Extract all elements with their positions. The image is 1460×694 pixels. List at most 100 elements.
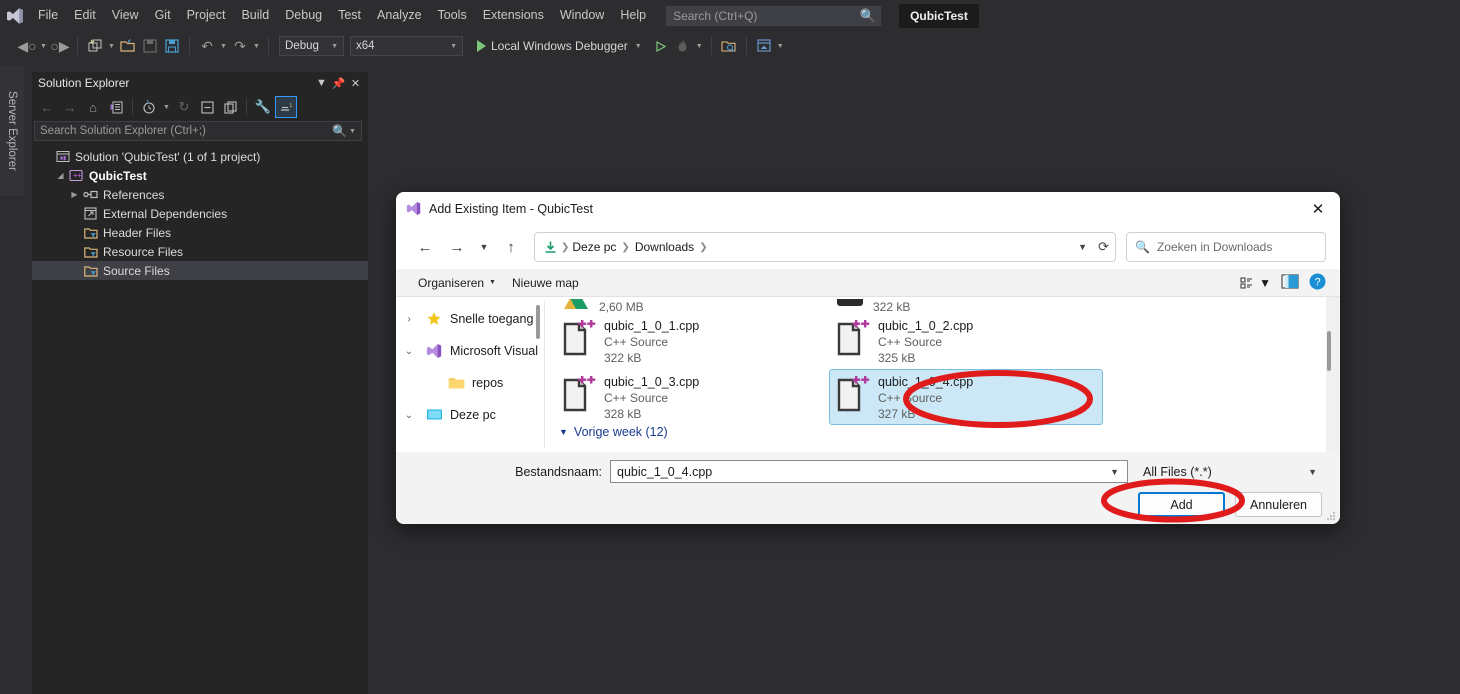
solution-tree-item-solution-qubictest-1-of-1-project[interactable]: Solution 'QubicTest' (1 of 1 project)	[32, 147, 368, 166]
search-options-dropdown-icon[interactable]: ▼	[347, 128, 358, 135]
dialog-search-input[interactable]: 🔍 Zoeken in Downloads	[1126, 232, 1326, 262]
menu-item-test[interactable]: Test	[330, 4, 369, 27]
nav-pane-item-repos[interactable]: repos	[396, 367, 544, 399]
solution-tree-item-qubictest[interactable]: ◢ + + QubicTest	[32, 166, 368, 185]
chevron-down-icon[interactable]: ▼	[1259, 276, 1271, 290]
ide-search-input[interactable]: Search (Ctrl+Q) 🔍	[666, 5, 882, 26]
start-without-debugging-icon[interactable]	[650, 35, 672, 57]
resize-grip-icon[interactable]	[1324, 509, 1336, 521]
chevron-down-icon[interactable]: ▼	[1071, 242, 1094, 252]
file-list-scrollbar-thumb[interactable]	[1327, 331, 1331, 371]
solution-view-icon[interactable]	[105, 96, 127, 118]
cancel-button[interactable]: Annuleren	[1235, 492, 1322, 517]
recent-locations-icon[interactable]: ▼	[474, 232, 494, 262]
debug-target-dropdown-icon[interactable]: ▼	[633, 43, 644, 50]
menu-item-edit[interactable]: Edit	[66, 4, 104, 27]
toolbar-overflow-icon[interactable]: ▼	[775, 43, 786, 50]
hot-reload-icon[interactable]	[672, 35, 694, 57]
file-item[interactable]: qubic_1_0_4.cpp C++ Source 327 kB	[829, 369, 1103, 425]
show-all-files-icon[interactable]	[219, 96, 241, 118]
menu-item-debug[interactable]: Debug	[277, 4, 330, 27]
redo-dropdown-icon[interactable]: ▼	[251, 43, 262, 50]
pending-changes-dropdown-icon[interactable]: ▼	[161, 104, 172, 111]
hot-reload-dropdown-icon[interactable]: ▼	[694, 43, 705, 50]
filename-input[interactable]: qubic_1_0_4.cpp ▼	[610, 460, 1128, 483]
dialog-title: Add Existing Item - QubicTest	[429, 201, 593, 216]
navigate-forward-icon[interactable]: ○▶	[49, 35, 71, 57]
archive-icon	[835, 299, 865, 313]
panel-menu-icon[interactable]: ▼	[313, 75, 330, 92]
open-file-icon[interactable]	[117, 35, 139, 57]
address-bar[interactable]: ❯ Deze pc ❯ Downloads ❯ ▼ ⟳	[534, 232, 1116, 262]
solution-configuration-select[interactable]: Debug ▼	[279, 36, 344, 56]
menu-item-tools[interactable]: Tools	[430, 4, 475, 27]
nav-pane-item-deze-pc[interactable]: ⌄ Deze pc	[396, 399, 544, 431]
dialog-search-placeholder: Zoeken in Downloads	[1156, 240, 1273, 254]
expander-icon[interactable]: ▶	[68, 190, 81, 199]
menu-item-analyze[interactable]: Analyze	[369, 4, 429, 27]
forward-icon[interactable]: →	[442, 232, 472, 262]
menu-item-help[interactable]: Help	[612, 4, 654, 27]
organize-button[interactable]: Organiseren ▼	[410, 272, 504, 294]
back-icon[interactable]: ←	[410, 232, 440, 262]
nav-pane-item-snelle-toegang[interactable]: › Snelle toegang	[396, 303, 544, 335]
menu-item-extensions[interactable]: Extensions	[475, 4, 552, 27]
menu-item-git[interactable]: Git	[147, 4, 179, 27]
solution-explorer-search-input[interactable]: Search Solution Explorer (Ctrl+;) 🔍 ▼	[34, 121, 362, 141]
up-icon[interactable]: ↑	[496, 232, 526, 262]
close-icon[interactable]: ✕	[347, 75, 364, 92]
menu-item-file[interactable]: File	[30, 4, 66, 27]
home-icon[interactable]: ⌂	[82, 96, 104, 118]
solution-tree-item-source-files[interactable]: Source Files	[32, 261, 368, 280]
navigate-backward-dropdown-icon[interactable]: ▼	[38, 43, 49, 50]
save-all-icon[interactable]	[161, 35, 183, 57]
file-list-pane[interactable]: 2,60 MB 322 kB qubic_1_0_1.cpp C++ Source…	[545, 297, 1340, 452]
solution-tree-item-header-files[interactable]: Header Files	[32, 223, 368, 242]
new-project-icon[interactable]	[84, 35, 106, 57]
close-icon[interactable]: ✕	[1296, 192, 1340, 225]
navigate-backward-icon[interactable]: ◀○	[16, 35, 38, 57]
help-button[interactable]: ?	[1309, 273, 1326, 293]
menu-item-build[interactable]: Build	[233, 4, 277, 27]
solution-tree-item-resource-files[interactable]: Resource Files	[32, 242, 368, 261]
server-explorer-tab[interactable]: Server Explorer	[0, 66, 24, 196]
file-item[interactable]: qubic_1_0_2.cpp C++ Source 325 kB	[829, 313, 1103, 369]
collapse-all-icon[interactable]	[196, 96, 218, 118]
undo-dropdown-icon[interactable]: ▼	[218, 43, 229, 50]
new-folder-button[interactable]: Nieuwe map	[504, 272, 587, 294]
file-item[interactable]: qubic_1_0_1.cpp C++ Source 322 kB	[555, 313, 829, 369]
solution-tree-item-external-dependencies[interactable]: External Dependencies	[32, 204, 368, 223]
chevron-down-icon[interactable]: ▼	[1304, 467, 1321, 477]
add-button[interactable]: Add	[1138, 492, 1225, 517]
chevron-right-icon[interactable]: ›	[396, 314, 422, 325]
refresh-icon[interactable]: ⟳	[1094, 239, 1109, 255]
nav-pane-scrollbar-thumb[interactable]	[536, 305, 540, 339]
select-element-icon[interactable]	[718, 35, 740, 57]
live-visual-tree-icon[interactable]	[753, 35, 775, 57]
solution-tree-item-references[interactable]: ▶ References	[32, 185, 368, 204]
file-list-scrollbar-track[interactable]	[1326, 297, 1340, 452]
new-project-dropdown-icon[interactable]: ▼	[106, 43, 117, 50]
file-group-header[interactable]: ▼ Vorige week (12)	[555, 425, 1340, 439]
start-debugging-button[interactable]: Local Windows Debugger ▼	[471, 35, 650, 57]
solution-platform-select[interactable]: x64 ▼	[350, 36, 463, 56]
preview-pane-button[interactable]	[1281, 273, 1299, 292]
breadcrumb-item-downloads[interactable]: Downloads	[635, 240, 694, 254]
pin-icon[interactable]: 📌	[330, 75, 347, 92]
menu-item-window[interactable]: Window	[552, 4, 612, 27]
preview-selected-items-icon[interactable]	[275, 96, 297, 118]
pending-changes-icon[interactable]: T	[138, 96, 160, 118]
menu-item-view[interactable]: View	[104, 4, 147, 27]
nav-pane-item-microsoft-visual[interactable]: ⌄ Microsoft Visual	[396, 335, 544, 367]
view-mode-button[interactable]: ▼	[1240, 276, 1271, 290]
chevron-down-icon[interactable]: ⌄	[396, 410, 422, 421]
menu-item-project[interactable]: Project	[179, 4, 234, 27]
file-type-filter-select[interactable]: All Files (*.*) ▼	[1136, 460, 1326, 483]
properties-icon[interactable]: 🔧	[252, 96, 274, 118]
expander-icon[interactable]: ◢	[54, 171, 67, 180]
chevron-down-icon[interactable]: ⌄	[396, 346, 422, 357]
chevron-down-icon[interactable]: ▼	[1106, 467, 1123, 477]
breadcrumb: Deze pc ❯ Downloads ❯	[572, 240, 1071, 254]
file-item[interactable]: qubic_1_0_3.cpp C++ Source 328 kB	[555, 369, 829, 425]
breadcrumb-item-deze-pc[interactable]: Deze pc	[572, 240, 616, 254]
